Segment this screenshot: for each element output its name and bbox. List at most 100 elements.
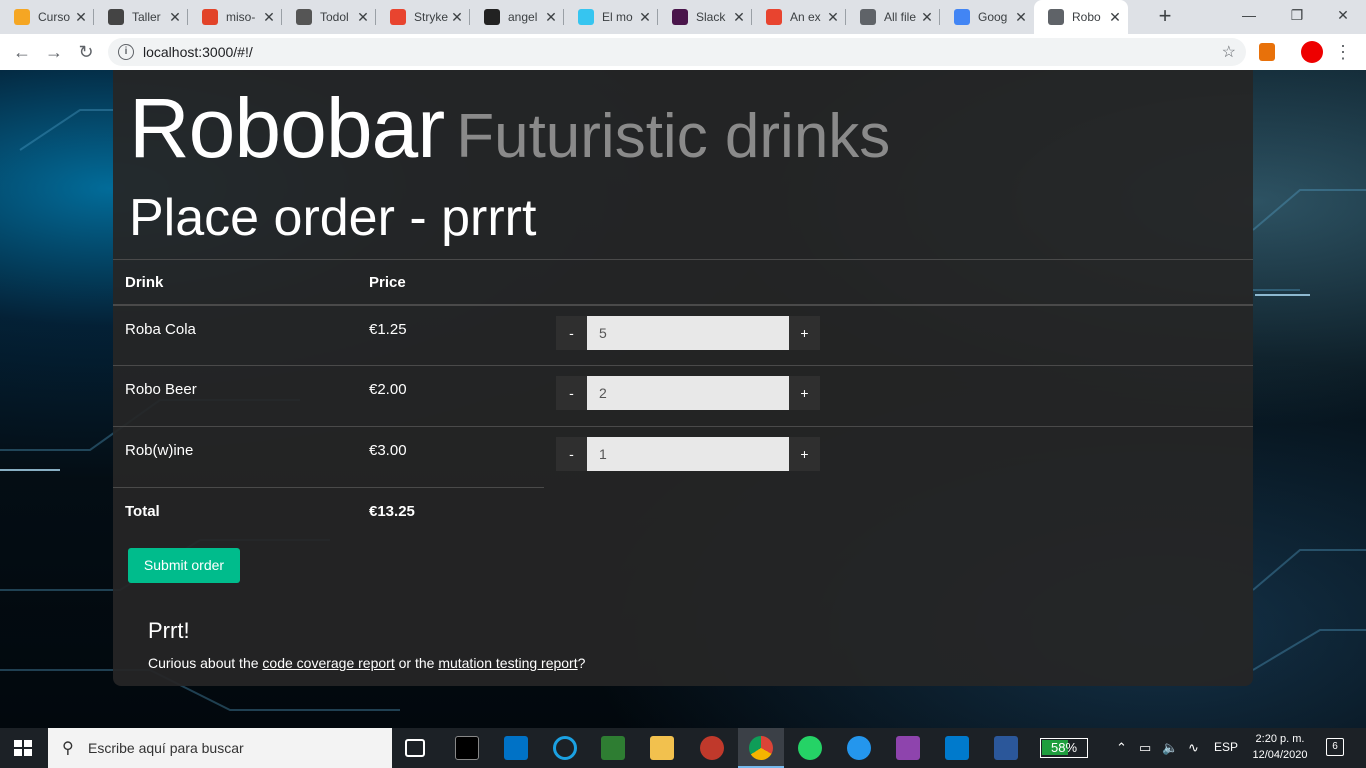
tab-close-icon[interactable]: ✕: [544, 10, 558, 24]
word-icon[interactable]: [994, 736, 1018, 760]
brand-header: Robobar Futuristic drinks: [129, 80, 890, 177]
browser-tab[interactable]: An ex ✕: [752, 0, 846, 34]
browser-tab[interactable]: El mo ✕: [564, 0, 658, 34]
tab-title: Robo: [1072, 10, 1101, 24]
forward-arrow-icon[interactable]: →: [42, 40, 66, 64]
browser-tab[interactable]: Todol ✕: [282, 0, 376, 34]
close-window-button[interactable]: ✕: [1320, 0, 1366, 30]
browser-tab[interactable]: Goog ✕: [940, 0, 1034, 34]
task-view-icon[interactable]: [405, 739, 425, 757]
globe-favicon-icon: [860, 9, 876, 25]
search-icon: ⚲: [62, 740, 74, 757]
table-header-row: Drink Price: [113, 259, 1253, 305]
tab-close-icon[interactable]: ✕: [262, 10, 276, 24]
outlook-icon[interactable]: [504, 736, 528, 760]
bookmark-star-icon[interactable]: ☆: [1222, 42, 1236, 62]
tab-close-icon[interactable]: ✕: [450, 10, 464, 24]
browser-menu-icon[interactable]: ⋮: [1334, 40, 1352, 64]
github-favicon-icon: [484, 9, 500, 25]
mutation-testing-link[interactable]: mutation testing report: [438, 655, 577, 671]
windows-start-icon[interactable]: [14, 740, 32, 756]
language-indicator[interactable]: ESP: [1214, 740, 1238, 754]
profile-avatar[interactable]: [1301, 41, 1323, 63]
quantity-input[interactable]: [587, 437, 789, 471]
tab-title: Curso: [38, 10, 71, 24]
browser-tab[interactable]: angel ✕: [470, 0, 564, 34]
volume-muted-icon[interactable]: 🔈: [1162, 740, 1178, 756]
browser-tab[interactable]: All file ✕: [846, 0, 940, 34]
globe-favicon-icon: [1048, 9, 1064, 25]
submit-order-button[interactable]: Submit order: [128, 548, 240, 583]
battery-small-icon[interactable]: ▭: [1139, 740, 1151, 756]
notifications-icon[interactable]: 6: [1326, 738, 1344, 756]
browser-tab[interactable]: Slack ✕: [658, 0, 752, 34]
chrome-icon[interactable]: [749, 736, 773, 760]
maximize-button[interactable]: ❐: [1274, 0, 1320, 30]
tab-title: Slack: [696, 10, 726, 24]
browser-tab[interactable]: Stryke ✕: [376, 0, 470, 34]
spreadsheet-app-icon[interactable]: [601, 736, 625, 760]
increment-button[interactable]: +: [789, 437, 820, 471]
battery-indicator[interactable]: 58%: [1040, 738, 1088, 758]
quantity-input[interactable]: [587, 376, 789, 410]
paint-icon[interactable]: [700, 736, 724, 760]
docker-icon[interactable]: [847, 736, 871, 760]
tab-close-icon[interactable]: ✕: [1014, 10, 1028, 24]
wifi-icon[interactable]: ∿: [1188, 740, 1199, 756]
tab-close-icon[interactable]: ✕: [638, 10, 652, 24]
clock-time: 2:20 p. m.: [1255, 733, 1305, 745]
tab-close-icon[interactable]: ✕: [732, 10, 746, 24]
total-label: Total: [125, 503, 160, 520]
tab-close-icon[interactable]: ✕: [920, 10, 934, 24]
quantity-input[interactable]: [587, 315, 789, 350]
increment-button[interactable]: +: [789, 315, 820, 350]
extension-icon[interactable]: [1259, 43, 1275, 61]
browser-tab[interactable]: miso- ✕: [188, 0, 282, 34]
site-info-icon[interactable]: i: [118, 44, 134, 60]
tab-title: Stryke: [414, 10, 449, 24]
decrement-button[interactable]: -: [556, 376, 587, 410]
tab-title: Taller: [132, 10, 161, 24]
new-tab-button[interactable]: +: [1154, 5, 1176, 27]
browser-tab[interactable]: Robo ✕: [1034, 0, 1128, 34]
decrement-button[interactable]: -: [556, 437, 587, 471]
whatsapp-icon[interactable]: [798, 736, 822, 760]
order-panel: Robobar Futuristic drinks Place order - p…: [113, 70, 1253, 686]
slack-favicon-icon: [578, 9, 594, 25]
vscode-icon[interactable]: [945, 736, 969, 760]
footer-title: Prrt!: [148, 618, 190, 643]
stryker-favicon-icon: [390, 9, 406, 25]
quantity-stepper: - +: [544, 305, 1253, 366]
tab-close-icon[interactable]: ✕: [168, 10, 182, 24]
winrar-icon[interactable]: [896, 736, 920, 760]
taskbar-clock[interactable]: 2:20 p. m. 12/04/2020: [1244, 731, 1316, 763]
address-bar[interactable]: i localhost:3000/#!/ ☆: [108, 38, 1246, 66]
url-text[interactable]: localhost:3000/#!/: [143, 44, 253, 60]
decrement-button[interactable]: -: [556, 315, 587, 350]
internet-explorer-icon[interactable]: [553, 736, 577, 760]
brand-name: Robobar: [129, 81, 445, 175]
taskbar-search[interactable]: ⚲ Escribe aquí para buscar: [48, 728, 392, 768]
file-explorer-icon[interactable]: [650, 736, 674, 760]
back-arrow-icon[interactable]: ←: [10, 40, 34, 64]
footer-text-after: ?: [577, 655, 586, 671]
tab-close-icon[interactable]: ✕: [1108, 10, 1122, 24]
terminal-icon[interactable]: [455, 736, 479, 760]
code-coverage-link[interactable]: code coverage report: [262, 655, 394, 671]
quantity-stepper: - +: [544, 366, 1253, 427]
minimize-button[interactable]: —: [1226, 0, 1272, 30]
browser-tab[interactable]: Curso ✕: [0, 0, 94, 34]
chevron-up-icon[interactable]: ⌃: [1116, 740, 1127, 756]
increment-button[interactable]: +: [789, 376, 820, 410]
reload-icon[interactable]: ↻: [74, 40, 98, 64]
drink-price: €3.00: [369, 442, 407, 459]
slack-app-favicon-icon: [672, 9, 688, 25]
tab-close-icon[interactable]: ✕: [826, 10, 840, 24]
table-row: Roba Cola €1.25 - +: [113, 305, 1253, 366]
gitlab-favicon-icon: [202, 9, 218, 25]
tab-close-icon[interactable]: ✕: [74, 10, 88, 24]
tab-title: All file: [884, 10, 917, 24]
browser-tab[interactable]: Taller ✕: [94, 0, 188, 34]
drink-price: €1.25: [369, 320, 407, 338]
tab-close-icon[interactable]: ✕: [356, 10, 370, 24]
